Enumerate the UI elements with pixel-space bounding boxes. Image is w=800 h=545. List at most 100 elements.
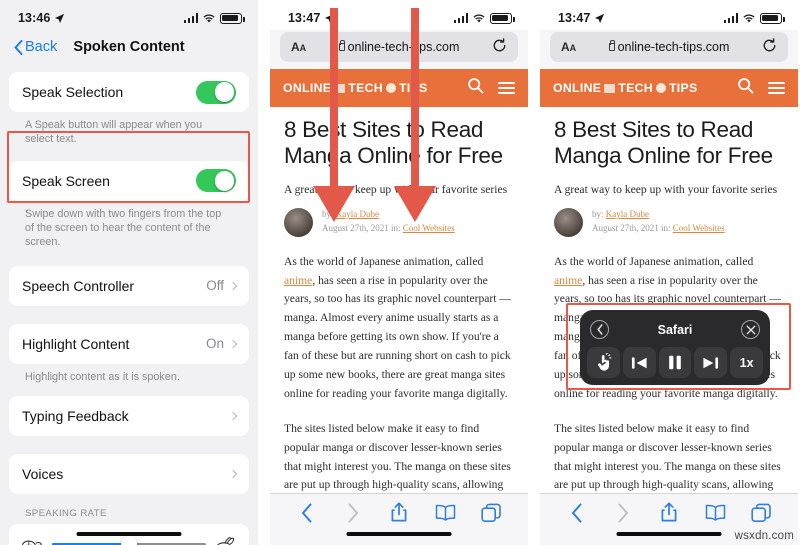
search-icon[interactable] bbox=[737, 77, 754, 99]
arrow-head bbox=[313, 186, 355, 222]
safari-address-bar[interactable]: AA online-tech-tips.com bbox=[280, 32, 518, 62]
speak-selection-footnote: A Speak button will appear when you sele… bbox=[25, 119, 203, 146]
lock-icon bbox=[608, 39, 616, 51]
safari-address-bar[interactable]: AA online-tech-tips.com bbox=[550, 32, 788, 62]
speak-screen-toggle[interactable] bbox=[196, 169, 236, 193]
arrow-shaft bbox=[330, 8, 338, 188]
share-icon[interactable] bbox=[386, 500, 412, 526]
hamburger-menu-icon[interactable] bbox=[498, 79, 515, 98]
cellular-signal-icon bbox=[723, 13, 738, 23]
settings-row-label: Voices bbox=[22, 466, 64, 483]
tortoise-icon bbox=[22, 540, 42, 545]
forward-button[interactable] bbox=[694, 347, 728, 378]
close-controller-button[interactable] bbox=[741, 320, 760, 339]
wifi-icon bbox=[203, 14, 215, 23]
article-date: August 27th, 2021 bbox=[322, 223, 389, 234]
cellular-signal-icon bbox=[453, 13, 468, 23]
page-title: Spoken Content bbox=[73, 39, 185, 55]
chevron-right-icon bbox=[228, 339, 238, 349]
anime-link[interactable]: anime bbox=[284, 274, 312, 287]
site-header: ONLINE TECH TIPS bbox=[270, 69, 528, 107]
hamburger-menu-icon[interactable] bbox=[768, 79, 785, 98]
back-icon[interactable] bbox=[564, 500, 590, 526]
author-link[interactable]: Kayla Dube bbox=[606, 209, 649, 219]
settings-row-voices[interactable]: Voices bbox=[22, 454, 238, 494]
wifi-icon bbox=[473, 14, 485, 23]
paragraph-1-part-a: As the world of Japanese animation, call… bbox=[554, 254, 754, 268]
settings-row-label: Typing Feedback bbox=[22, 408, 129, 425]
settings-row-highlight-content[interactable]: Highlight Content On bbox=[22, 324, 238, 364]
watermark: wsxdn.com bbox=[734, 530, 794, 542]
bookmarks-icon[interactable] bbox=[702, 500, 728, 526]
avatar bbox=[284, 207, 313, 237]
settings-row-speak-selection[interactable]: Speak Selection bbox=[22, 72, 236, 112]
skip-backward-icon bbox=[631, 356, 647, 369]
article-date: August 27th, 2021 bbox=[592, 223, 659, 234]
reload-icon bbox=[493, 37, 506, 51]
url-display[interactable]: online-tech-tips.com bbox=[550, 39, 788, 54]
speak-screen-footnote: Swipe down with two fingers from the top… bbox=[25, 207, 222, 249]
forward-icon[interactable] bbox=[340, 500, 366, 526]
home-indicator bbox=[76, 532, 182, 536]
rewind-button[interactable] bbox=[622, 347, 656, 378]
chevron-right-icon bbox=[228, 281, 238, 291]
url-text: online-tech-tips.com bbox=[347, 40, 460, 54]
status-bar-time: 13:46 bbox=[18, 11, 51, 25]
speaking-rate-group-header: SPEAKING RATE bbox=[25, 508, 107, 520]
article-paragraph-1: As the world of Japanese animation, call… bbox=[284, 253, 514, 404]
reload-button[interactable] bbox=[492, 37, 507, 57]
back-icon[interactable] bbox=[294, 500, 320, 526]
panel-safari-article: 13:47 AA online-tech-tips.com ONLINE TEC… bbox=[270, 0, 528, 545]
search-icon[interactable] bbox=[467, 77, 484, 99]
speak-screen-controller[interactable]: Safari 1x bbox=[580, 310, 770, 385]
share-icon[interactable] bbox=[656, 500, 682, 526]
status-bar: 13:46 bbox=[0, 0, 258, 30]
byline-date-line: August 27th, 2021 in: Cool Websites bbox=[322, 222, 455, 236]
site-logo[interactable]: ONLINE TECH TIPS bbox=[553, 81, 698, 95]
category-link[interactable]: Cool Websites bbox=[403, 223, 455, 233]
speak-on-touch-button[interactable] bbox=[587, 347, 620, 378]
voices-card: Voices bbox=[9, 454, 249, 495]
category-link[interactable]: Cool Websites bbox=[673, 223, 725, 233]
reload-button[interactable] bbox=[762, 37, 777, 57]
safari-bottom-toolbar bbox=[270, 493, 528, 545]
pointing-hand-icon bbox=[597, 353, 612, 371]
collapse-controller-button[interactable] bbox=[590, 320, 609, 339]
settings-row-label: Highlight Content bbox=[22, 335, 130, 352]
settings-row-speak-screen[interactable]: Speak Screen bbox=[22, 161, 236, 201]
logo-separator-icon bbox=[604, 83, 616, 93]
chevron-right-icon bbox=[228, 469, 238, 479]
logo-word-1: ONLINE bbox=[553, 81, 602, 95]
speak-screen-card: Speak Screen bbox=[9, 160, 249, 201]
paragraph-1-part-a: As the world of Japanese animation, call… bbox=[284, 254, 484, 268]
forward-icon[interactable] bbox=[610, 500, 636, 526]
arrow-head bbox=[394, 186, 436, 222]
tabs-icon[interactable] bbox=[478, 500, 504, 526]
home-indicator bbox=[616, 532, 722, 536]
location-arrow-icon bbox=[595, 13, 605, 23]
url-display[interactable]: online-tech-tips.com bbox=[280, 39, 518, 54]
settings-row-speech-controller[interactable]: Speech Controller Off bbox=[22, 266, 238, 306]
settings-row-value: Off bbox=[206, 278, 224, 294]
settings-row-label: Speak Selection bbox=[22, 84, 124, 100]
bookmarks-icon[interactable] bbox=[432, 500, 458, 526]
site-logo[interactable]: ONLINE TECH TIPS bbox=[283, 81, 428, 95]
status-bar-time: 13:47 bbox=[558, 11, 591, 25]
byline-author-line: by: Kayla Dube bbox=[592, 208, 725, 222]
speak-selection-toggle[interactable] bbox=[196, 80, 236, 104]
skip-forward-icon bbox=[703, 356, 719, 369]
settings-row-value: On bbox=[205, 336, 224, 352]
avatar bbox=[554, 207, 583, 237]
anime-link[interactable]: anime bbox=[554, 274, 582, 287]
tabs-icon[interactable] bbox=[748, 500, 774, 526]
byline-date-line: August 27th, 2021 in: Cool Websites bbox=[592, 222, 725, 236]
article-subtitle: A great way to keep up with your favorit… bbox=[554, 182, 778, 196]
logo-bullet-icon bbox=[655, 83, 666, 93]
settings-row-typing-feedback[interactable]: Typing Feedback bbox=[22, 396, 238, 436]
article-content: 8 Best Sites to Read Manga Online for Fr… bbox=[270, 107, 528, 533]
pause-icon bbox=[669, 355, 681, 370]
logo-word-1: ONLINE bbox=[283, 81, 332, 95]
speed-button[interactable]: 1x bbox=[730, 347, 763, 378]
slider-thumb[interactable] bbox=[121, 536, 137, 545]
pause-button[interactable] bbox=[658, 347, 692, 378]
